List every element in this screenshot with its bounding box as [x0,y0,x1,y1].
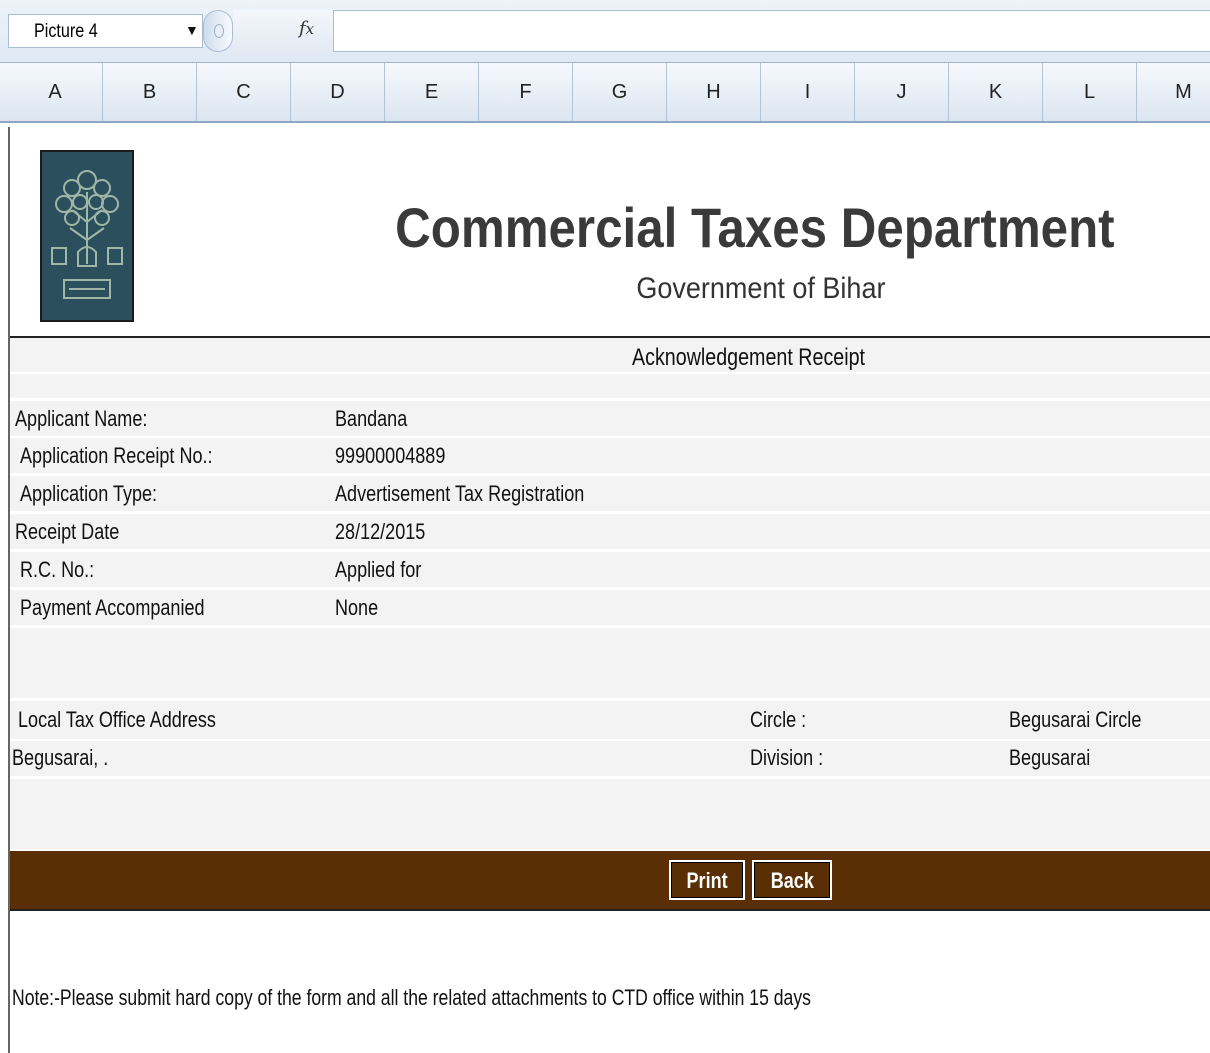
field-row: Applicant Name: Bandana [10,401,1210,436]
back-button-label: Back [770,868,814,893]
field-value: 99900004889 [335,443,446,468]
office-address-label: Local Tax Office Address [18,707,216,732]
field-row: Payment Accompanied None [10,590,1210,625]
spacer-row [10,779,1210,849]
circle-value: Begusarai Circle [1009,707,1142,732]
receipt-title-band: Acknowledgement Receipt [10,338,1210,372]
embedded-picture[interactable]: Commercial Taxes Department Government o… [8,127,1210,1053]
circle-label: Circle : [750,707,807,732]
field-label: Receipt Date [15,519,120,544]
print-button-label: Print [686,868,728,893]
column-header-f[interactable]: F [479,63,573,121]
column-header-k[interactable]: K [949,63,1043,121]
column-header-i[interactable]: I [761,63,855,121]
spacer-row [10,628,1210,698]
division-value: Begusarai [1009,745,1091,770]
receipt-title: Acknowledgement Receipt [632,344,866,371]
column-header-a[interactable]: A [8,63,103,121]
column-header-j[interactable]: J [855,63,949,121]
office-address-value: Begusarai, . [12,745,109,770]
action-bar: Print Back [10,851,1210,911]
formula-bar-splitter[interactable] [203,10,233,52]
field-value: 28/12/2015 [335,519,426,544]
field-label: Payment Accompanied [20,595,205,620]
dropdown-arrow-icon[interactable]: ▼ [185,22,199,38]
field-value: Advertisement Tax Registration [335,481,585,506]
field-row: R.C. No.: Applied for [10,552,1210,587]
field-row: Application Receipt No.: 99900004889 [10,438,1210,473]
field-value: Applied for [335,557,422,582]
back-button[interactable]: Back [752,860,832,900]
print-button[interactable]: Print [669,860,745,900]
field-row: Receipt Date 28/12/2015 [10,514,1210,549]
field-row: Application Type: Advertisement Tax Regi… [10,476,1210,511]
government-subtitle: Government of Bihar [636,272,886,305]
division-label: Division : [750,745,824,770]
column-header-l[interactable]: L [1043,63,1137,121]
column-header-b[interactable]: B [103,63,197,121]
department-title: Commercial Taxes Department [395,196,1115,259]
field-label: Application Receipt No.: [20,443,213,468]
column-headers: A B C D E F G H I J K L M [0,63,1210,123]
column-header-d[interactable]: D [291,63,385,121]
column-header-e[interactable]: E [385,63,479,121]
insert-function-area: fx [233,10,333,52]
office-row: Begusarai, . Division : Begusarai [10,741,1210,776]
column-header-m[interactable]: M [1137,63,1210,121]
spacer-row [10,374,1210,398]
field-label: Application Type: [20,481,158,506]
field-label: R.C. No.: [20,557,95,582]
field-label: Applicant Name: [15,406,148,431]
insert-function-icon[interactable]: fx [299,18,314,39]
name-box-value: Picture 4 [34,21,98,42]
field-value: None [335,595,379,620]
column-header-h[interactable]: H [667,63,761,121]
office-row: Local Tax Office Address Circle : Begusa… [10,701,1210,739]
column-header-g[interactable]: G [573,63,667,121]
column-header-c[interactable]: C [197,63,291,121]
name-box[interactable]: Picture 4 ▼ [8,14,203,48]
formula-bar: Picture 4 ▼ fx [0,0,1210,63]
submission-note: Note:-Please submit hard copy of the for… [12,985,811,1010]
field-value: Bandana [335,406,408,431]
formula-input[interactable] [333,10,1210,52]
